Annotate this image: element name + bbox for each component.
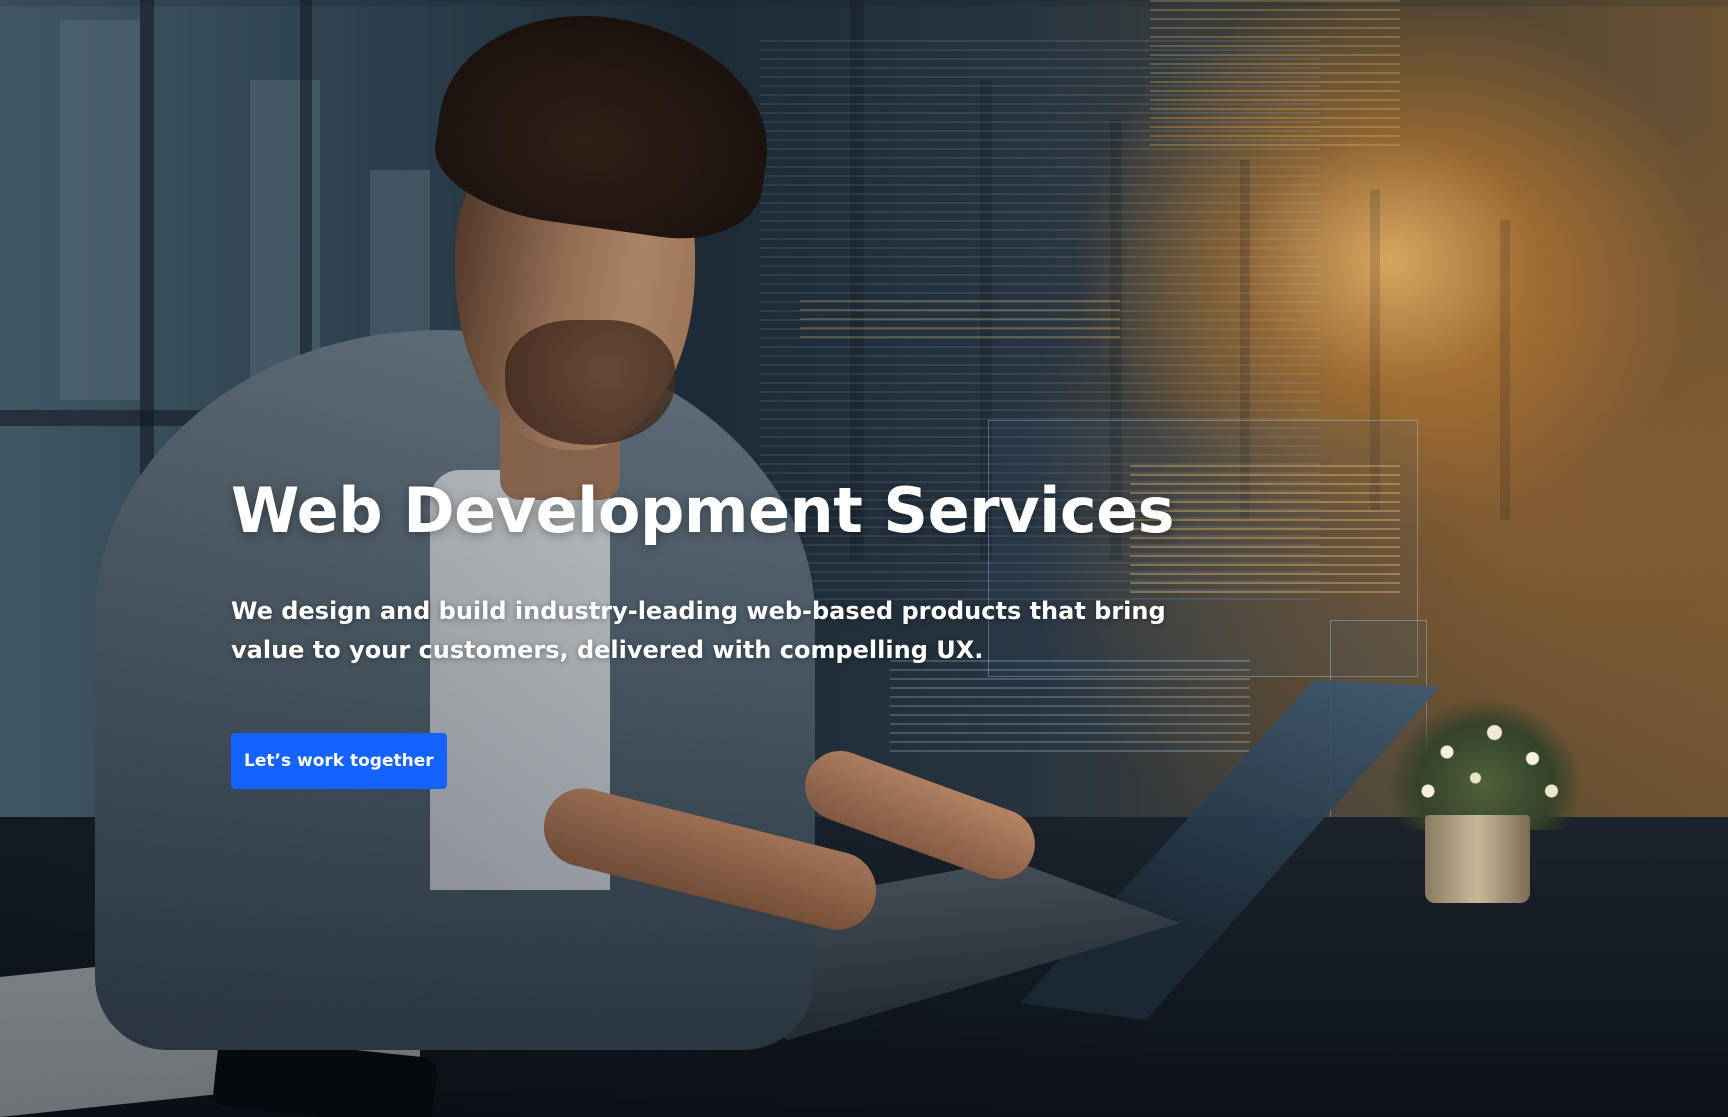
hero-section: Web Development Services We design and b… — [0, 0, 1728, 1117]
hero-title: Web Development Services — [231, 474, 1175, 547]
hero-content: Web Development Services We design and b… — [231, 470, 1211, 789]
work-together-button[interactable]: Let’s work together — [231, 733, 447, 789]
hero-subtitle: We design and build industry-leading web… — [231, 597, 1166, 664]
